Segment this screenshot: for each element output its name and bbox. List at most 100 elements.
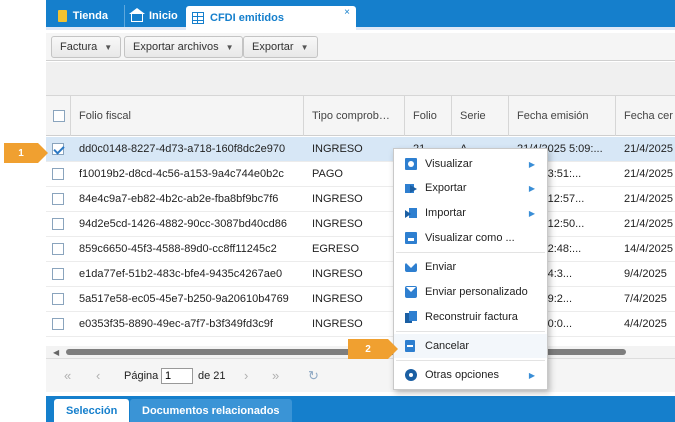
fecha-cert-cell: 4/4/2025 (624, 318, 667, 330)
tipo-cell: INGRESO (312, 218, 363, 230)
fecha-cert-cell: 21/4/2025 (624, 168, 673, 180)
table-row[interactable]: dd0c0148-8227-4d73-a718-160f8dc2e970 ING… (46, 137, 675, 162)
col-fecha-cert[interactable]: Fecha cer (616, 96, 675, 136)
chevron-down-icon: ▼ (104, 42, 113, 52)
last-page-icon[interactable]: » (272, 368, 279, 383)
col-tipo[interactable]: Tipo comprob… (304, 96, 405, 136)
row-checkbox[interactable] (52, 293, 64, 305)
folio-fiscal-cell: 859c6650-45f3-4588-89d0-cc8ff11245c2 (79, 243, 277, 255)
table-row[interactable]: e0353f35-8890-49ec-a7f7-b3f349fd3c9f ING… (46, 312, 675, 337)
tab-inicio-label: Inicio (149, 10, 178, 22)
table-row[interactable]: f10019b2-d8cd-4c56-a153-9a4c744e0b2c PAG… (46, 162, 675, 187)
tab-tienda-label: Tienda (72, 10, 108, 22)
menu-item-label: Visualizar (425, 158, 473, 170)
envelope-edit-icon (405, 286, 417, 298)
submenu-arrow-icon: ▶ (528, 183, 535, 193)
next-page-icon[interactable]: › (244, 368, 248, 383)
folio-fiscal-cell: 5a517e58-ec05-45e7-b250-9a20610b4769 (79, 293, 289, 305)
row-checkbox[interactable] (52, 268, 64, 280)
row-checkbox[interactable] (52, 168, 64, 180)
step-marker-1: 1 (4, 143, 48, 163)
menu-item-visualizar-como[interactable]: Visualizar como ... (394, 226, 547, 250)
folio-fiscal-cell: e1da77ef-51b2-483c-bfe4-9435c4267ae0 (79, 268, 283, 280)
menu-item-label: Exportar (425, 182, 467, 194)
menu-separator (396, 331, 545, 332)
table-body: dd0c0148-8227-4d73-a718-160f8dc2e970 ING… (46, 137, 675, 337)
table-row[interactable]: 84e4c9a7-eb82-4b2c-ab2e-fba8bf9bc7f6 ING… (46, 187, 675, 212)
tipo-cell: EGRESO (312, 243, 360, 255)
toolbar: Factura ▼ Exportar archivos ▼ Exportar ▼ (46, 33, 675, 61)
envelope-icon (405, 262, 417, 272)
folio-fiscal-cell: 94d2e5cd-1426-4882-90cc-3087bd40cd86 (79, 218, 287, 230)
row-checkbox[interactable] (52, 243, 64, 255)
fecha-cert-cell: 21/4/2025 (624, 218, 673, 230)
col-folio-fiscal[interactable]: Folio fiscal (71, 96, 304, 136)
submenu-arrow-icon: ▶ (528, 370, 535, 380)
menu-item-reconstruir-factura[interactable]: Reconstruir factura (394, 305, 547, 329)
col-serie[interactable]: Serie (452, 96, 509, 136)
step-marker-2: 2 (348, 339, 398, 359)
tab-cfdi-emitidos[interactable]: CFDI emitidos × (186, 6, 356, 30)
menu-item-label: Importar (425, 207, 466, 219)
document-view-icon (405, 158, 417, 170)
fecha-cert-cell: 9/4/2025 (624, 268, 667, 280)
factura-button[interactable]: Factura ▼ (51, 36, 122, 58)
row-checkbox[interactable] (52, 193, 64, 205)
row-checkbox-cell (52, 212, 72, 236)
menu-item-exportar[interactable]: Exportar ▶ (394, 176, 547, 200)
import-icon (405, 207, 417, 219)
table-row[interactable]: 5a517e58-ec05-45e7-b250-9a20610b4769 ING… (46, 287, 675, 312)
row-checkbox[interactable] (52, 318, 64, 330)
page-number-input[interactable] (161, 368, 193, 384)
submenu-arrow-icon: ▶ (528, 208, 535, 218)
export-icon (405, 182, 417, 194)
document-preview-icon (405, 232, 417, 244)
row-checkbox[interactable] (52, 218, 64, 230)
select-all-checkbox[interactable] (53, 110, 65, 122)
menu-item-importar[interactable]: Importar ▶ (394, 201, 547, 225)
fecha-cert-cell: 14/4/2025 (624, 243, 673, 255)
table-row[interactable]: 94d2e5cd-1426-4882-90cc-3087bd40cd86 ING… (46, 212, 675, 237)
tipo-cell: INGRESO (312, 268, 363, 280)
menu-item-cancelar[interactable]: Cancelar (394, 334, 547, 358)
menu-item-enviar[interactable]: Enviar (394, 255, 547, 279)
exportar-archivos-button[interactable]: Exportar archivos ▼ (124, 36, 243, 58)
menu-item-label: Visualizar como ... (425, 232, 515, 244)
page-total: de 21 (198, 370, 226, 382)
close-icon[interactable]: × (344, 7, 350, 18)
tipo-cell: INGRESO (312, 318, 363, 330)
fecha-cert-cell: 21/4/2025 (624, 193, 673, 205)
exportar-button[interactable]: Exportar ▼ (243, 36, 318, 58)
scroll-left-icon[interactable]: ◀ (53, 348, 59, 357)
filter-bar (46, 62, 675, 96)
prev-page-icon[interactable]: ‹ (96, 368, 100, 383)
home-icon (129, 8, 145, 22)
table-row[interactable]: e1da77ef-51b2-483c-bfe4-9435c4267ae0 ING… (46, 262, 675, 287)
folio-fiscal-cell: dd0c0148-8227-4d73-a718-160f8dc2e970 (79, 143, 286, 155)
exportar-label: Exportar (252, 41, 294, 53)
pager: « ‹ Página de 21 › » ↻ (46, 358, 675, 392)
table-row[interactable]: 859c6650-45f3-4588-89d0-cc8ff11245c2 EGR… (46, 237, 675, 262)
tab-documentos-relacionados[interactable]: Documentos relacionados (130, 399, 292, 422)
folio-fiscal-cell: 84e4c9a7-eb82-4b2c-ab2e-fba8bf9bc7f6 (79, 193, 279, 205)
menu-item-label: Enviar (425, 261, 457, 273)
row-checkbox[interactable] (52, 143, 64, 155)
copy-documents-icon (405, 311, 417, 323)
menu-item-otras-opciones[interactable]: Otras opciones ▶ (394, 363, 547, 387)
menu-item-label: Reconstruir factura (425, 311, 518, 323)
refresh-icon[interactable]: ↻ (308, 368, 319, 384)
folio-fiscal-cell: f10019b2-d8cd-4c56-a153-9a4c744e0b2c (79, 168, 284, 180)
select-all-cell (46, 96, 71, 136)
col-fecha-emision[interactable]: Fecha emisión (509, 96, 616, 136)
row-checkbox-cell (52, 237, 72, 261)
submenu-arrow-icon: ▶ (528, 159, 535, 169)
tab-seleccion[interactable]: Selección (54, 399, 130, 422)
first-page-icon[interactable]: « (64, 368, 71, 383)
tipo-cell: INGRESO (312, 293, 363, 305)
document-cancel-icon (405, 340, 415, 352)
col-folio[interactable]: Folio (405, 96, 452, 136)
tab-tienda[interactable]: Tienda (52, 5, 116, 27)
chevron-down-icon: ▼ (300, 42, 309, 52)
menu-item-visualizar[interactable]: Visualizar ▶ (394, 152, 547, 176)
menu-item-enviar-personalizado[interactable]: Enviar personalizado (394, 280, 547, 304)
